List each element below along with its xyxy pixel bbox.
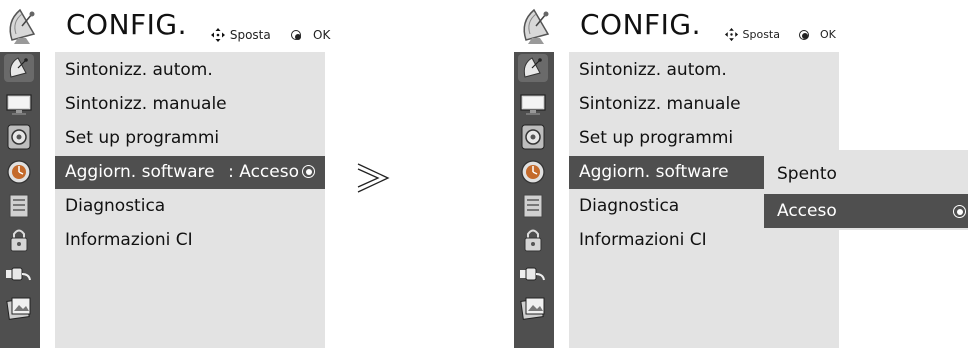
plug-icon[interactable] bbox=[4, 260, 34, 288]
speaker-icon[interactable] bbox=[518, 123, 548, 151]
lock-icon[interactable] bbox=[518, 192, 548, 220]
nav-hint: Sposta OK bbox=[724, 27, 836, 42]
ok-hint-label: OK bbox=[819, 28, 836, 41]
menu-item-label: Aggiorn. software bbox=[579, 162, 729, 182]
option-acceso[interactable]: Acceso bbox=[764, 194, 968, 228]
menu-item-manual-tuning[interactable]: Sintonizz. manuale bbox=[55, 88, 325, 121]
menu-item-label: Sintonizz. autom. bbox=[579, 60, 727, 80]
software-update-value: : Acceso bbox=[228, 156, 315, 189]
menu-header: CONFIG. Sposta OK bbox=[514, 0, 839, 52]
ok-radio-icon bbox=[291, 30, 302, 40]
menu-item-label: Diagnostica bbox=[579, 196, 680, 216]
menu-item-label: Sintonizz. manuale bbox=[579, 94, 741, 114]
menu-item-label: Set up programmi bbox=[65, 128, 220, 148]
move-arrows-icon bbox=[724, 27, 743, 42]
menu-item-ci-info[interactable]: Informazioni CI bbox=[55, 224, 325, 257]
menu-item-program-setup[interactable]: Set up programmi bbox=[55, 122, 325, 155]
ok-hint-label: OK bbox=[313, 28, 331, 42]
software-update-options-popup: Spento Acceso bbox=[764, 150, 968, 230]
speaker-icon[interactable] bbox=[4, 123, 34, 151]
lock-icon[interactable] bbox=[4, 192, 34, 220]
satellite-dish-logo-icon bbox=[518, 4, 556, 50]
config-menu-before: CONFIG. Sposta OK Sintonizz. autom. Sint… bbox=[0, 0, 330, 348]
menu-item-label: Informazioni CI bbox=[65, 230, 193, 250]
transition-arrow-icon bbox=[354, 158, 394, 198]
menu-item-label: Set up programmi bbox=[579, 128, 734, 148]
satellite-dish-icon[interactable] bbox=[518, 54, 548, 82]
menu-item-label: Aggiorn. software bbox=[65, 162, 215, 182]
menu-header: CONFIG. Sposta OK bbox=[0, 0, 330, 52]
monitor-icon[interactable] bbox=[518, 90, 548, 118]
menu-item-label: Sintonizz. manuale bbox=[65, 94, 227, 114]
padlock-icon[interactable] bbox=[4, 226, 34, 254]
padlock-icon[interactable] bbox=[518, 226, 548, 254]
ok-radio-icon bbox=[798, 29, 809, 40]
settings-menu-list: Sintonizz. autom. Sintonizz. manuale Set… bbox=[55, 52, 325, 348]
move-hint-label: Sposta bbox=[229, 28, 271, 42]
value-text: : Acceso bbox=[228, 162, 299, 182]
menu-item-auto-tuning[interactable]: Sintonizz. autom. bbox=[569, 54, 839, 87]
plug-icon[interactable] bbox=[518, 260, 548, 288]
selected-radio-icon bbox=[953, 205, 966, 218]
category-icon-column bbox=[514, 52, 554, 348]
page-title: CONFIG. bbox=[66, 8, 187, 41]
page-title: CONFIG. bbox=[580, 8, 701, 41]
option-spento[interactable]: Spento bbox=[764, 157, 968, 191]
monitor-icon[interactable] bbox=[4, 90, 34, 118]
satellite-dish-icon[interactable] bbox=[4, 54, 34, 82]
option-label: Acceso bbox=[777, 201, 837, 221]
satellite-dish-logo-icon bbox=[4, 4, 42, 50]
move-hint-label: Sposta bbox=[742, 28, 780, 41]
menu-item-manual-tuning[interactable]: Sintonizz. manuale bbox=[569, 88, 839, 121]
move-arrows-icon bbox=[210, 28, 230, 42]
menu-item-diagnostics[interactable]: Diagnostica bbox=[55, 190, 325, 223]
menu-item-label: Diagnostica bbox=[65, 196, 166, 216]
menu-item-software-update[interactable]: Aggiorn. software : Acceso bbox=[55, 156, 325, 189]
option-label: Spento bbox=[777, 164, 837, 184]
clock-icon[interactable] bbox=[518, 158, 548, 186]
photo-icon[interactable] bbox=[518, 294, 548, 322]
photo-icon[interactable] bbox=[4, 294, 34, 322]
category-icon-column bbox=[0, 52, 40, 348]
clock-icon[interactable] bbox=[4, 158, 34, 186]
menu-item-label: Informazioni CI bbox=[579, 230, 707, 250]
nav-hint: Sposta OK bbox=[210, 27, 330, 43]
selected-radio-icon bbox=[302, 165, 315, 178]
menu-item-label: Sintonizz. autom. bbox=[65, 60, 213, 80]
menu-item-auto-tuning[interactable]: Sintonizz. autom. bbox=[55, 54, 325, 87]
